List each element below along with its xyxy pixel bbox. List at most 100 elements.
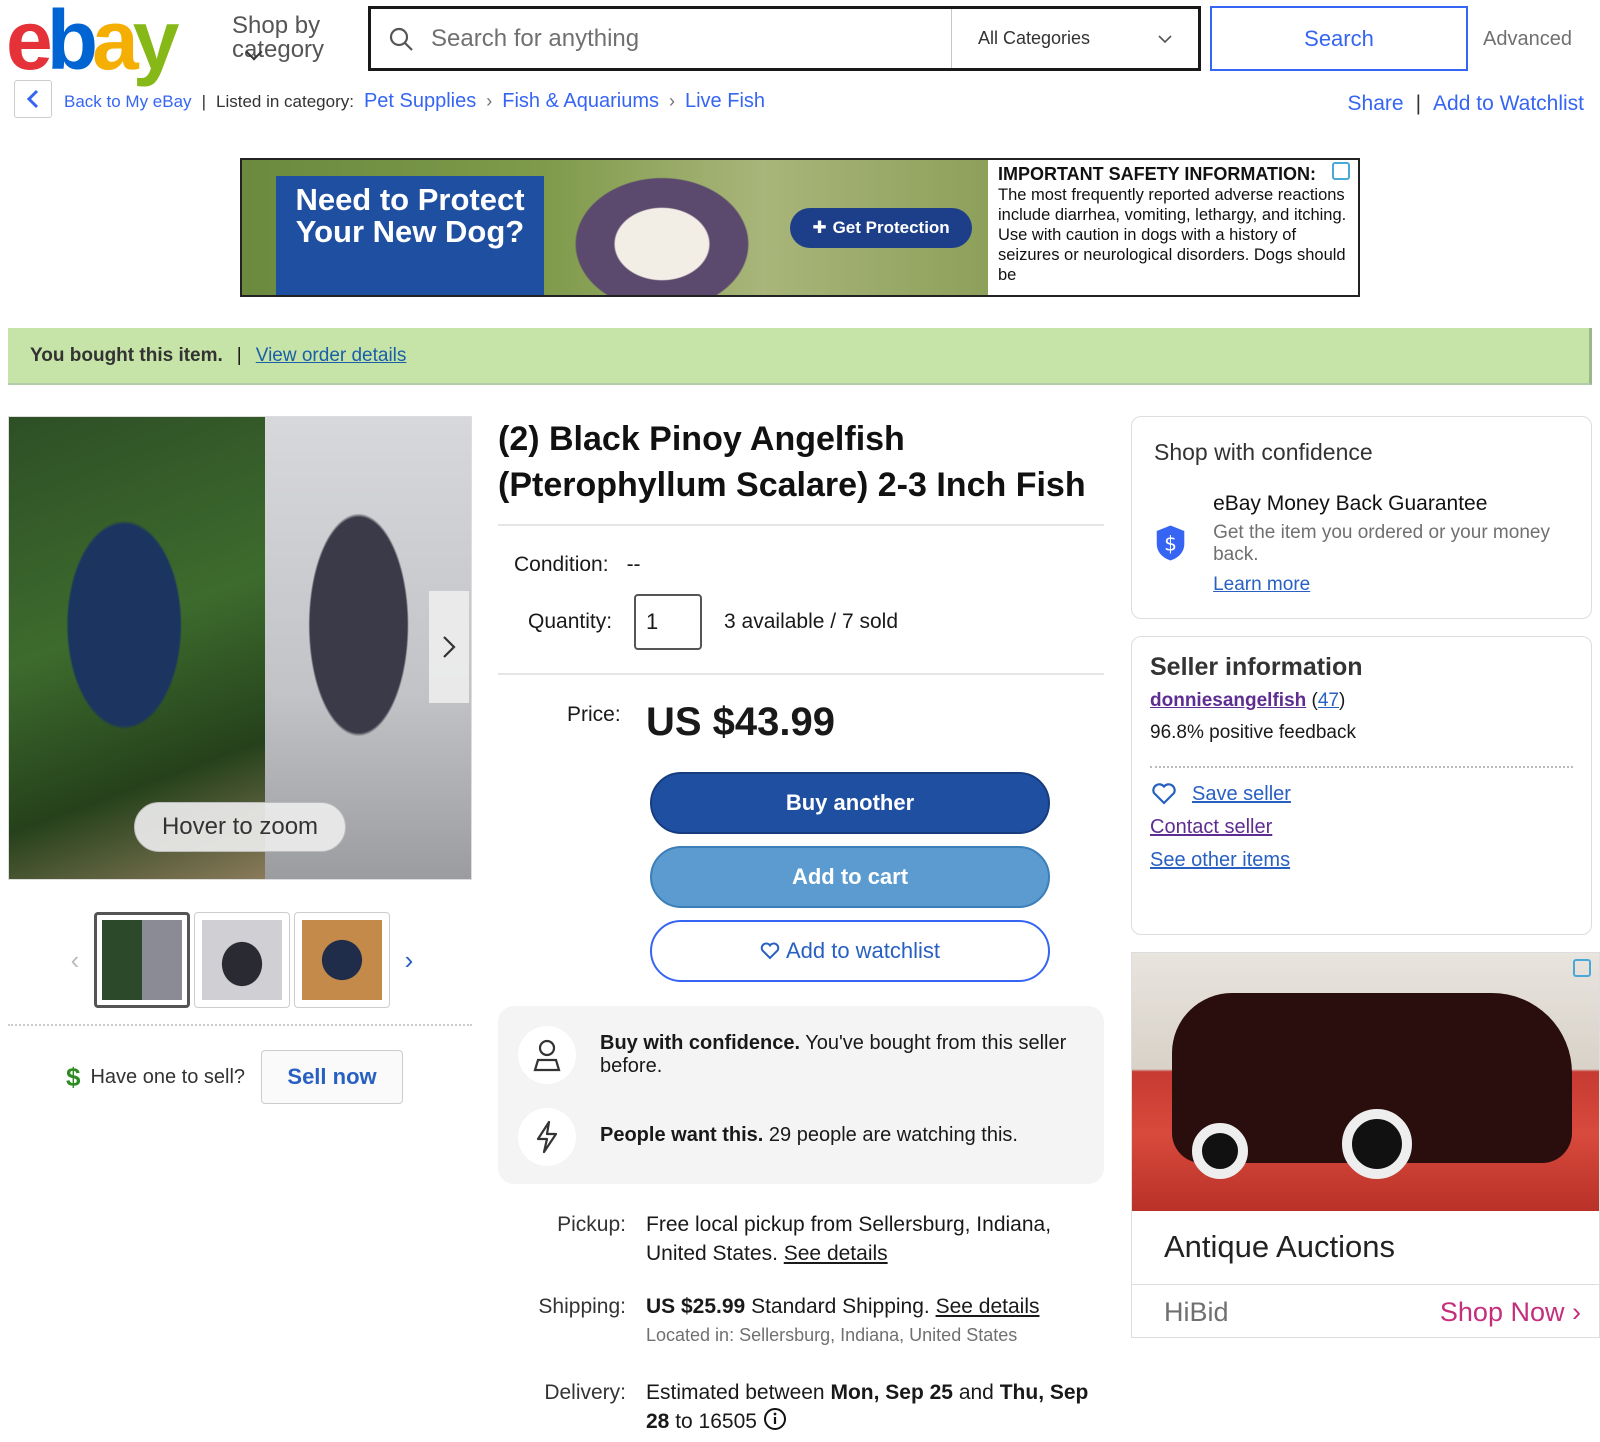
quantity-label: Quantity:: [528, 610, 613, 633]
price-value: US $43.99: [646, 700, 836, 744]
shipping-label: Shipping:: [538, 1295, 626, 1318]
shield-dollar-icon: $: [1156, 525, 1185, 561]
thumbnail-1[interactable]: [94, 912, 190, 1008]
see-other-items-link[interactable]: See other items: [1150, 849, 1290, 872]
seller-information-heading: Seller information: [1150, 653, 1363, 681]
adchoices-icon[interactable]: [1573, 959, 1591, 977]
ebay-logo[interactable]: ebay: [6, 0, 179, 82]
condition-row: Condition: --: [514, 553, 641, 577]
chevron-left-icon[interactable]: ‹: [60, 945, 90, 976]
share-link[interactable]: Share: [1348, 92, 1404, 116]
listed-in-label: Listed in category:: [215, 91, 354, 111]
side-ad-title: Antique Auctions: [1132, 1211, 1599, 1285]
search-button[interactable]: Search: [1210, 6, 1468, 71]
add-to-watchlist-link[interactable]: Add to Watchlist: [1433, 92, 1584, 116]
info-icon[interactable]: [763, 1407, 787, 1431]
hover-to-zoom-label: Hover to zoom: [134, 802, 346, 852]
thumbnail-strip: ‹ ›: [60, 912, 424, 1008]
dog-image: [552, 160, 772, 295]
pickup-label: Pickup:: [557, 1213, 626, 1236]
breadcrumb-fish-aquariums[interactable]: Fish & Aquariums: [502, 90, 659, 113]
save-seller-row[interactable]: Save seller: [1150, 782, 1573, 806]
buy-another-button[interactable]: Buy another: [650, 772, 1050, 834]
chevron-right-icon: ›: [486, 91, 493, 111]
seller-information-card: Seller information donniesangelfish (47)…: [1131, 636, 1592, 935]
car-shape: [1172, 993, 1572, 1179]
advanced-search-link[interactable]: Advanced: [1483, 28, 1572, 51]
guarantee-title: eBay Money Back Guarantee: [1213, 492, 1488, 515]
shipping-price: US $25.99: [646, 1295, 746, 1318]
save-seller-link[interactable]: Save seller: [1192, 783, 1291, 806]
next-image-button[interactable]: [429, 591, 469, 703]
svg-text:$: $: [1164, 531, 1177, 555]
view-order-details-link[interactable]: View order details: [256, 345, 407, 367]
side-ad[interactable]: Antique Auctions HiBid Shop Now ›: [1131, 952, 1600, 1338]
search-input[interactable]: [431, 24, 951, 53]
seller-name-link[interactable]: donniesangelfish: [1150, 690, 1306, 711]
thumbnail-2[interactable]: [194, 912, 290, 1008]
contact-seller-link[interactable]: Contact seller: [1150, 816, 1272, 839]
sell-now-button[interactable]: Sell now: [261, 1050, 404, 1104]
shop-by-category-button[interactable]: Shop by category: [232, 14, 332, 62]
feedback-count-link[interactable]: 47: [1318, 690, 1339, 711]
have-one-to-sell-row: $ Have one to sell? Sell now: [66, 1050, 404, 1104]
pickup-see-details-link[interactable]: See details: [784, 1242, 888, 1265]
back-button[interactable]: [14, 80, 52, 118]
seller-name-row: donniesangelfish (47): [1150, 690, 1573, 712]
quantity-input[interactable]: 1: [634, 594, 703, 650]
adchoices-icon[interactable]: [1332, 162, 1350, 180]
breadcrumb-pet-supplies[interactable]: Pet Supplies: [364, 90, 476, 113]
buy-with-confidence-row: Buy with confidence. You've bought from …: [518, 1026, 1078, 1084]
shop-with-confidence-heading: Shop with confidence: [1154, 439, 1373, 465]
back-to-my-ebay-link[interactable]: Back to My eBay: [64, 92, 192, 112]
shop-now-link[interactable]: Shop Now ›: [1440, 1297, 1581, 1328]
people-want-this-bold: People want this.: [600, 1124, 764, 1146]
shipping-see-details-link[interactable]: See details: [936, 1295, 1040, 1318]
see-other-items-row[interactable]: See other items: [1150, 849, 1573, 872]
thumbnail-3[interactable]: [294, 912, 390, 1008]
delivery-row: Delivery: Estimated between Mon, Sep 25 …: [486, 1378, 1096, 1436]
located-in-text: Located in: Sellersburg, Indiana, United…: [646, 1325, 1018, 1345]
add-to-cart-button[interactable]: Add to cart: [650, 846, 1050, 908]
learn-more-link[interactable]: Learn more: [1213, 574, 1310, 596]
have-one-to-sell-text: Have one to sell?: [90, 1065, 246, 1088]
contact-seller-row[interactable]: Contact seller: [1150, 816, 1573, 839]
chevron-right-icon[interactable]: ›: [394, 945, 424, 976]
condition-value: --: [626, 553, 641, 576]
chevron-right-icon: ›: [1572, 1297, 1581, 1327]
heart-icon: [1152, 783, 1176, 805]
shop-with-confidence-card: Shop with confidence $ eBay Money Back G…: [1131, 416, 1592, 619]
heart-icon: [760, 942, 780, 960]
separator: |: [201, 91, 206, 111]
shipping-row: Shipping: US $25.99 Standard Shipping. S…: [486, 1292, 1096, 1350]
category-select[interactable]: All Categories: [951, 9, 1198, 68]
quantity-row: Quantity: 1 3 available / 7 sold: [528, 594, 898, 650]
ad-banner[interactable]: Need to Protect Your New Dog? ✚ Get Prot…: [240, 158, 1360, 297]
get-protection-button[interactable]: ✚ Get Protection: [790, 208, 972, 248]
chevron-left-icon: [26, 89, 39, 109]
feedback-count-close: ): [1339, 690, 1346, 711]
delivery-and: and: [958, 1381, 994, 1404]
ad-safety-title: IMPORTANT SAFETY INFORMATION:: [998, 164, 1316, 184]
get-protection-label: Get Protection: [832, 218, 950, 237]
divider: [1150, 766, 1573, 768]
shop-by-category-label: Shop by category: [232, 12, 325, 63]
ad-safety-text: The most frequently reported adverse rea…: [998, 186, 1347, 284]
money-back-guarantee: $ eBay Money Back Guarantee Get the item…: [1154, 492, 1569, 596]
add-to-watchlist-button[interactable]: Add to watchlist: [650, 920, 1050, 982]
positive-feedback-text: 96.8% positive feedback: [1150, 722, 1356, 743]
ad-safety-info: IMPORTANT SAFETY INFORMATION: The most f…: [988, 160, 1358, 295]
add-to-watchlist-label: Add to watchlist: [785, 938, 941, 963]
shipping-text: Standard Shipping.: [751, 1295, 930, 1318]
people-want-this-row: People want this. 29 people are watching…: [518, 1108, 1078, 1166]
confidence-box: Buy with confidence. You've bought from …: [498, 1006, 1104, 1184]
chevron-right-icon: ›: [668, 91, 675, 111]
search-bar: All Categories: [368, 6, 1201, 71]
availability-text: 3 available / 7 sold: [724, 610, 898, 633]
delivery-pre: Estimated between: [646, 1381, 825, 1404]
antique-car-image: [1132, 953, 1599, 1211]
guarantee-text: Get the item you ordered or your money b…: [1213, 522, 1550, 565]
buy-with-confidence-bold: Buy with confidence.: [600, 1032, 801, 1054]
side-ad-brand: HiBid: [1164, 1297, 1229, 1327]
breadcrumb-live-fish[interactable]: Live Fish: [685, 90, 765, 113]
